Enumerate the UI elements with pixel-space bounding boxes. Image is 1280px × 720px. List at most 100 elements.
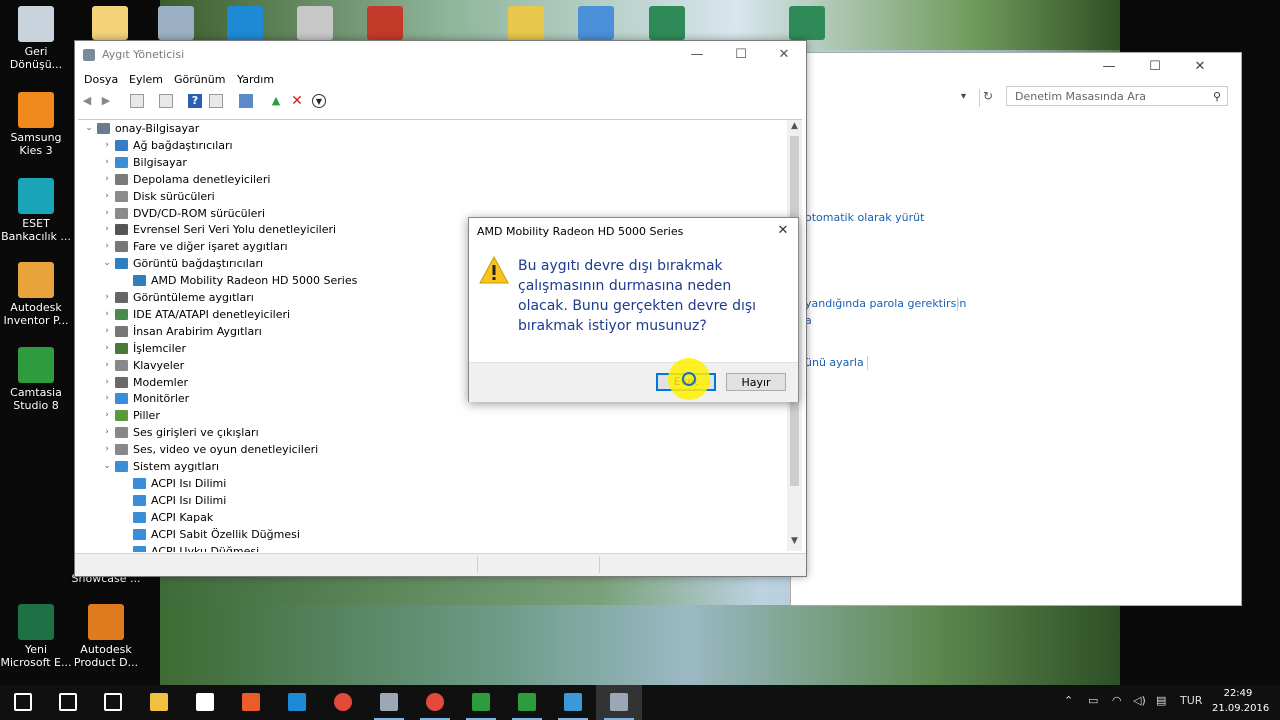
app-yellow-icon[interactable] <box>508 6 544 40</box>
control-panel-window[interactable]: — ☐ ✕ ▾ ↻ Denetim Masasında Ara ⚲ otomat… <box>790 52 1242 606</box>
wifi-icon[interactable]: ◠ <box>1112 694 1122 707</box>
desktop-icon[interactable]: Camtasia Studio 8 <box>0 347 72 412</box>
volume-icon[interactable]: ◁) <box>1133 694 1146 707</box>
chevron-right-icon[interactable]: › <box>102 323 112 340</box>
help-icon[interactable]: ? <box>188 94 202 108</box>
close-icon[interactable]: ✕ <box>1192 59 1208 75</box>
tree-item[interactable]: ACPI Kapak <box>78 509 778 526</box>
close-icon[interactable]: ✕ <box>774 222 792 240</box>
taskbar-start[interactable] <box>0 685 46 720</box>
chevron-down-icon[interactable]: ⌄ <box>84 120 94 137</box>
desktop-icon[interactable]: Autodesk Inventor P... <box>0 262 72 327</box>
desktop-icon[interactable]: ESET Bankacılık ... <box>0 178 72 243</box>
taskbar-device-manager-2[interactable] <box>596 685 642 720</box>
cp-link-settings[interactable]: ünü ayarla <box>805 356 864 369</box>
cp-link-password[interactable]: yandığında parola gerektirsin <box>805 297 966 310</box>
edge-icon[interactable] <box>227 6 263 40</box>
view-icon[interactable] <box>209 94 223 108</box>
chevron-right-icon[interactable]: › <box>102 357 112 374</box>
chevron-right-icon[interactable]: › <box>102 221 112 238</box>
tree-item[interactable]: › Piller <box>78 407 778 424</box>
forward-icon[interactable]: ▶ <box>99 94 113 108</box>
tree-item[interactable]: › Bilgisayar <box>78 154 778 171</box>
taskbar-camtasia[interactable] <box>458 685 504 720</box>
minimize-icon[interactable]: — <box>687 46 707 64</box>
chevron-right-icon[interactable]: › <box>102 340 112 357</box>
tree-item[interactable]: ACPI Uyku Düğmesi <box>78 543 778 552</box>
chevron-right-icon[interactable]: › <box>102 390 112 407</box>
notification-icon[interactable]: ▤ <box>1156 694 1166 707</box>
taskbar-chrome-2[interactable] <box>412 685 458 720</box>
title-bar[interactable]: Aygıt Yöneticisi — ☐ ✕ <box>75 41 806 69</box>
search-icon[interactable]: ⚲ <box>1213 87 1221 107</box>
tree-item[interactable]: › Ses, video ve oyun denetleyicileri <box>78 441 778 458</box>
chevron-right-icon[interactable]: › <box>102 171 112 188</box>
chevron-right-icon[interactable]: › <box>102 306 112 323</box>
minimize-icon[interactable]: — <box>1101 59 1117 75</box>
tree-item[interactable]: ⌄ Sistem aygıtları <box>78 458 778 475</box>
taskbar-media-player[interactable] <box>228 685 274 720</box>
app-icon[interactable] <box>297 6 333 40</box>
chevron-up-icon[interactable]: ⌃ <box>1064 694 1073 707</box>
tree-item[interactable]: › Disk sürücüleri <box>78 188 778 205</box>
excel-icon-2[interactable] <box>789 6 825 40</box>
folder-icon[interactable] <box>92 6 128 40</box>
taskbar-control-panel[interactable] <box>550 685 596 720</box>
menu-action[interactable]: Eylem <box>129 73 163 86</box>
scroll-up-icon[interactable]: ▲ <box>787 121 802 135</box>
clock[interactable]: 22:49 21.09.2016 <box>1212 686 1269 716</box>
chevron-right-icon[interactable]: › <box>102 188 112 205</box>
play-icon[interactable] <box>578 6 614 40</box>
properties-icon[interactable] <box>130 94 144 108</box>
list-icon[interactable] <box>159 94 173 108</box>
battery-icon[interactable]: ▭ <box>1088 694 1098 707</box>
chevron-right-icon[interactable]: › <box>102 441 112 458</box>
back-icon[interactable]: ◀ <box>80 94 94 108</box>
taskbar-task-view[interactable] <box>90 685 136 720</box>
chevron-right-icon[interactable]: › <box>102 238 112 255</box>
chevron-right-icon[interactable]: › <box>102 407 112 424</box>
chevron-right-icon[interactable]: › <box>102 205 112 222</box>
tree-item[interactable]: ACPI Sabit Özellik Düğmesi <box>78 526 778 543</box>
taskbar-chrome[interactable] <box>320 685 366 720</box>
chevron-down-icon[interactable]: ⌄ <box>102 458 112 475</box>
cp-link-autoplay[interactable]: otomatik olarak yürüt <box>805 211 924 224</box>
taskbar-store[interactable] <box>182 685 228 720</box>
no-button[interactable]: Hayır <box>726 373 786 391</box>
search-input[interactable]: Denetim Masasında Ara ⚲ <box>1006 86 1228 106</box>
chevron-down-icon[interactable]: ⌄ <box>102 255 112 272</box>
taskbar-search[interactable] <box>45 685 91 720</box>
chevron-right-icon[interactable]: › <box>102 154 112 171</box>
desktop-icon[interactable]: Geri Dönüşü... <box>0 6 72 71</box>
tree-item[interactable]: ACPI Isı Dilimi <box>78 492 778 509</box>
scroll-down-icon[interactable]: ▼ <box>787 536 802 550</box>
disable-device-icon[interactable]: ▼ <box>312 94 326 108</box>
uninstall-icon[interactable]: ✕ <box>290 94 304 108</box>
chevron-down-icon[interactable]: ▾ <box>961 91 973 105</box>
menu-view[interactable]: Görünüm <box>174 73 225 86</box>
menu-help[interactable]: Yardım <box>237 73 274 86</box>
desktop-icon[interactable]: Samsung Kies 3 <box>0 92 72 157</box>
chevron-right-icon[interactable]: › <box>102 374 112 391</box>
maximize-icon[interactable]: ☐ <box>1147 59 1163 75</box>
tree-item[interactable]: ACPI Isı Dilimi <box>78 475 778 492</box>
chevron-right-icon[interactable]: › <box>102 137 112 154</box>
refresh-icon[interactable]: ↻ <box>979 89 996 107</box>
maximize-icon[interactable]: ☐ <box>731 46 751 64</box>
excel-icon[interactable] <box>649 6 685 40</box>
update-driver-icon[interactable]: ▲ <box>269 94 283 108</box>
taskbar-file-explorer[interactable] <box>136 685 182 720</box>
desktop-icon[interactable]: Yeni Microsoft E... <box>0 604 72 669</box>
taskbar-edge[interactable] <box>274 685 320 720</box>
tree-item[interactable]: ⌄ onay-Bilgisayar <box>78 120 778 137</box>
tree-item[interactable]: › Depolama denetleyicileri <box>78 171 778 188</box>
close-icon[interactable]: ✕ <box>774 46 794 64</box>
chevron-right-icon[interactable]: › <box>102 289 112 306</box>
tree-item[interactable]: › Ağ bağdaştırıcıları <box>78 137 778 154</box>
menu-file[interactable]: Dosya <box>84 73 118 86</box>
language-indicator[interactable]: TUR <box>1180 694 1202 707</box>
taskbar-device-manager[interactable] <box>366 685 412 720</box>
chevron-right-icon[interactable]: › <box>102 424 112 441</box>
desktop-icon[interactable]: Autodesk Product D... <box>70 604 142 669</box>
network-icon[interactable] <box>158 6 194 40</box>
